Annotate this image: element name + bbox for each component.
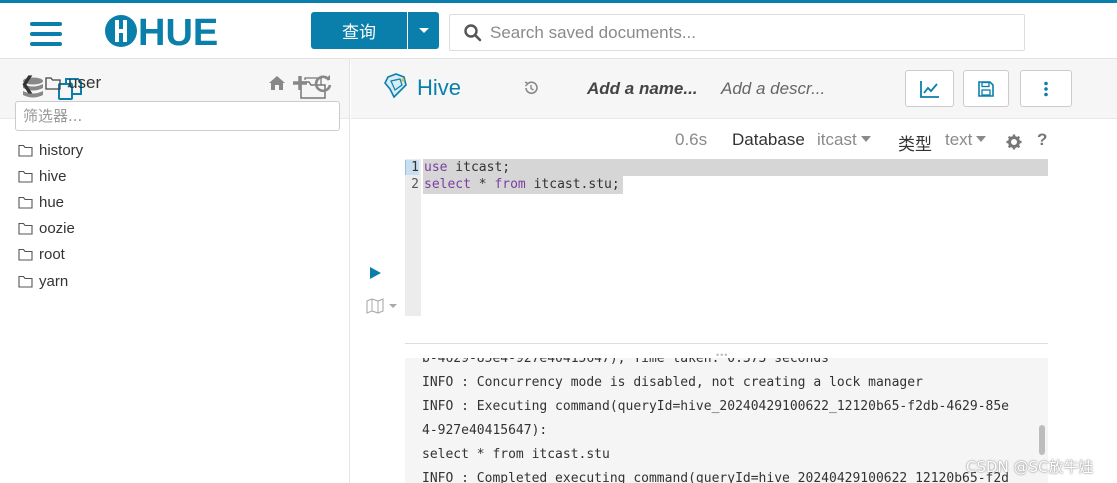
- breadcrumb-label[interactable]: user: [68, 73, 101, 93]
- top-bar: HUE 查询: [0, 0, 1117, 59]
- tree-item[interactable]: hive: [18, 163, 83, 189]
- save-icon: [978, 80, 994, 97]
- tree-item-label: hue: [39, 193, 65, 211]
- map-icon[interactable]: [366, 298, 398, 314]
- search-box[interactable]: [449, 14, 1025, 51]
- chevron-down-icon: [860, 135, 871, 142]
- log-scrollbar[interactable]: [1039, 425, 1045, 455]
- code-keyword: from: [494, 177, 526, 192]
- tree-item[interactable]: root: [18, 242, 83, 268]
- query-button[interactable]: 查询: [311, 12, 407, 49]
- filter-input[interactable]: [15, 101, 340, 131]
- query-description-field[interactable]: Add a descr...: [721, 79, 825, 99]
- folder-icon: [18, 275, 33, 288]
- hue-logo[interactable]: HUE: [103, 13, 219, 49]
- selection-highlight: [423, 159, 1048, 176]
- tree-item[interactable]: oozie: [18, 216, 83, 242]
- code-text: *: [470, 177, 495, 192]
- breadcrumb: ❮ user: [20, 72, 101, 94]
- hdfs-tree: history hive hue oozie root yarn: [18, 137, 83, 294]
- plus-icon[interactable]: [292, 75, 308, 91]
- tree-item-label: root: [39, 246, 65, 264]
- line-chart-icon: [919, 80, 939, 98]
- query-name-field[interactable]: Add a name...: [587, 79, 698, 99]
- code-keyword: use: [424, 160, 448, 175]
- query-dropdown-toggle[interactable]: [408, 12, 439, 49]
- folder-icon: [18, 170, 33, 183]
- chart-button[interactable]: [905, 70, 954, 107]
- folder-icon: [18, 249, 33, 261]
- database-label: Database: [732, 130, 805, 149]
- code-line[interactable]: use itcast;: [424, 160, 510, 175]
- code-line[interactable]: select * from itcast.stu;: [424, 177, 620, 192]
- execution-time: 0.6s: [675, 130, 708, 149]
- history-icon[interactable]: [523, 80, 539, 96]
- tree-item[interactable]: history: [18, 137, 83, 163]
- log-line: b-4629-85e4-927e40415647); Time taken: 0…: [422, 358, 829, 366]
- line-number: 1: [405, 160, 419, 175]
- code-text: itcast.stu;: [525, 177, 620, 192]
- log-line: select * from itcast.stu: [422, 447, 610, 462]
- tree-item-label: hive: [39, 167, 67, 185]
- code-keyword: select: [424, 177, 471, 192]
- folder-icon: [45, 77, 61, 90]
- tree-item-label: history: [39, 141, 84, 159]
- results-divider: [405, 343, 1048, 344]
- tree-item-label: yarn: [39, 272, 69, 290]
- breadcrumb-actions: [268, 74, 332, 92]
- code-text: itcast;: [447, 160, 511, 175]
- home-icon[interactable]: [268, 75, 286, 91]
- search-icon: [464, 24, 482, 42]
- save-button[interactable]: [963, 70, 1009, 107]
- menu-icon[interactable]: [30, 22, 62, 46]
- tree-item[interactable]: yarn: [18, 268, 83, 294]
- help-icon[interactable]: ?: [1037, 130, 1047, 150]
- database-selector[interactable]: itcast: [817, 130, 871, 150]
- folder-icon: [18, 196, 33, 209]
- tree-item[interactable]: hue: [18, 189, 83, 215]
- type-value: text: [945, 130, 973, 149]
- gear-icon[interactable]: [1006, 134, 1022, 150]
- log-line: INFO : Executing command(queryId=hive_20…: [422, 399, 1009, 414]
- type-label: 类型: [898, 135, 932, 155]
- log-line: INFO : Concurrency mode is disabled, not…: [422, 375, 923, 390]
- type-selector[interactable]: text: [945, 130, 987, 150]
- logo-text: HUE: [138, 13, 218, 49]
- refresh-icon[interactable]: [314, 74, 332, 92]
- watermark: CSDN @SC放牛娃: [966, 458, 1094, 476]
- hive-logo-icon: [384, 73, 407, 99]
- chevron-down-icon: [976, 135, 987, 142]
- editor-engine-title: Hive: [417, 75, 462, 100]
- database-value: itcast: [817, 130, 857, 149]
- more-options-button[interactable]: [1020, 70, 1072, 107]
- back-icon[interactable]: ❮: [20, 73, 35, 94]
- line-number: 2: [411, 177, 419, 192]
- log-line: 4-927e40415647):: [422, 423, 548, 438]
- folder-icon: [18, 223, 33, 235]
- search-input[interactable]: [490, 15, 1010, 50]
- play-icon[interactable]: [369, 266, 382, 280]
- query-log: b-4629-85e4-927e40415647); Time taken: 0…: [405, 358, 1048, 483]
- more-vertical-icon: [1044, 81, 1048, 96]
- folder-icon: [18, 144, 33, 157]
- tree-item-label: oozie: [39, 220, 75, 238]
- log-line: INFO : Completed executing command(query…: [422, 471, 1009, 483]
